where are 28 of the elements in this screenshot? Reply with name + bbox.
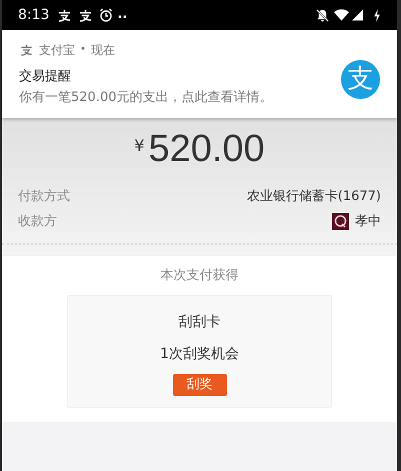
alarm-clock-icon	[99, 8, 114, 22]
reward-heading: 本次支付获得	[160, 267, 238, 285]
separator-dot: •	[80, 43, 86, 57]
amount: 520.00	[148, 127, 265, 172]
muted-bell-icon	[316, 8, 329, 22]
notification-card[interactable]: 支付宝 • 现在 交易提醒 你有一笔520.00元的支出，点此查看详情。 支	[2, 30, 397, 118]
card-subtitle: 1次刮奖机会	[160, 344, 239, 364]
alipay-icon	[19, 44, 34, 56]
notification-app-name: 支付宝	[39, 42, 75, 58]
notification-title: 交易提醒	[19, 68, 72, 86]
alipay-logo: 支	[341, 60, 380, 98]
payee-avatar-icon	[332, 213, 349, 230]
notification-body: 你有一笔520.00元的支出，点此查看详情。	[19, 89, 274, 107]
more-dots: ..	[117, 6, 128, 24]
currency-sign: ¥	[134, 135, 144, 157]
alipay-icon	[78, 8, 94, 22]
charging-icon	[373, 8, 381, 22]
wifi-icon	[334, 9, 349, 21]
clock-time: 8:13	[18, 6, 50, 24]
signal-icon	[352, 9, 363, 21]
notification-time: 现在	[90, 42, 115, 58]
detail-value: 孝中	[355, 212, 381, 231]
card-title: 刮刮卡	[178, 312, 220, 332]
scratch-button[interactable]: 刮奖	[172, 374, 226, 396]
alipay-icon	[57, 8, 72, 22]
detail-value: 农业银行储蓄卡(1677)	[246, 188, 381, 206]
detail-label: 收款方	[18, 212, 57, 231]
detail-label: 付款方式	[18, 188, 70, 206]
